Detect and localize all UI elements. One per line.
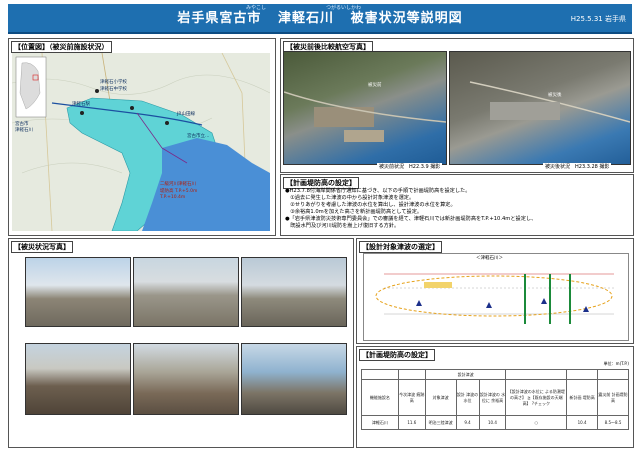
aerial-panel: 【被災前後比較航空写真】 被災前 被災前状況 H22.3.9 撮影 被災後 被災… <box>280 38 634 173</box>
location-heading: 【位置図】（被災前施設状況） <box>11 41 112 53</box>
plan-line: ②せりあがりを考慮した津波の水位を算出し、設計津波の水位を算定。 <box>285 202 456 208</box>
date-text: H25.5.31 <box>570 15 603 23</box>
damage-panel: 【被災状況写真】 <box>8 238 354 448</box>
table-cell: 10.4 <box>566 415 599 430</box>
after-caption: 被災後状況 H23.3.28 撮影 <box>543 163 612 170</box>
org-text: 岩手県 <box>605 15 626 23</box>
table-cell: 9.4 <box>455 415 480 430</box>
title-prefix: 岩手県宮古市 <box>177 11 262 26</box>
damage-photo-4 <box>25 343 131 415</box>
damage-heading: 【被災状況写真】 <box>11 241 73 253</box>
before-tag: 被災前 <box>368 83 382 88</box>
plan-line: ●H23.7.8付海岸関係省庁通知に基づき、以下の手順で計画堤防高を設定した。 <box>285 188 471 194</box>
tsunami-panel: 【設計対象津波の選定】 ＜津軽石川＞ <box>356 238 634 344</box>
levee-table: 設計津波 機能施設名 今次津波 痕跡高 対象津波 設計 津波の 水位 設計津波の… <box>361 369 629 430</box>
table-header-cell: 震災前 計画堤防高 <box>597 379 629 416</box>
map-label-railway: JR山田線 <box>177 112 195 117</box>
table-cell <box>397 369 426 380</box>
unit-label: 単位：m(T.P.) <box>603 361 629 366</box>
map-svg <box>12 53 270 231</box>
table-header-cell: 設計津波の 水位に 余裕高 <box>478 379 507 416</box>
table-cell <box>566 369 599 380</box>
table-header-cell: 【設計津波の水位に よる防潮堤の高さ】 ≧【既存施設の天端高】 ?チェック <box>505 379 568 416</box>
table-cell: 津軽石川 <box>361 415 399 430</box>
table-header-cell: 機能施設名 <box>361 379 399 416</box>
table-header-cell: 今次津波 痕跡高 <box>397 379 426 416</box>
aerial-after-svg <box>469 81 630 123</box>
title-ruby-1: みやこし <box>246 5 267 11</box>
table-header-cell: 設計 津波の 水位 <box>455 379 480 416</box>
before-caption: 被災前状況 H22.3.9 撮影 <box>377 163 443 170</box>
damage-photo-3 <box>241 257 347 327</box>
chart-caption: ＜津軽石川＞ <box>476 256 503 261</box>
table-cell <box>361 369 399 380</box>
levee-panel: 【計画堤防高の設定】 単位：m(T.P.) 設計津波 機能施設名 今次津波 痕跡… <box>356 346 634 448</box>
map-label-station: 津軽石駅 <box>72 102 90 107</box>
table-header-top: 設計津波 <box>361 369 629 380</box>
location-panel: 【位置図】（被災前施設状況） 宮古市 津軽石川 津軽石小学校 津軽石中学校 津軽… <box>8 38 276 236</box>
table-cell <box>505 369 568 380</box>
damage-photo-1 <box>25 257 131 327</box>
plan-line: ①過去に発生した津波の中から設計対象津波を選定。 <box>285 195 415 201</box>
tsunami-heading: 【設計対象津波の選定】 <box>359 241 442 253</box>
table-header-cell: 対象津波 <box>424 379 457 416</box>
title-date: H25.5.31 岩手県 <box>571 14 626 24</box>
aerial-before-photo: 被災前 <box>283 51 447 165</box>
table-cell: 10.4 <box>478 415 507 430</box>
tsunami-chart-svg <box>375 273 614 324</box>
table-cell: 11.6 <box>397 415 426 430</box>
tsunami-chart: ＜津軽石川＞ <box>363 253 629 341</box>
aerial-after-photo: 被災後 <box>449 51 631 165</box>
table-cell: 設計津波 <box>424 369 507 380</box>
table-cell: ○ <box>505 415 568 430</box>
map-label-school-1: 津軽石小学校 <box>100 80 127 85</box>
damage-photo-5 <box>133 343 239 415</box>
levee-heading: 【計画堤防高の設定】 <box>359 349 435 361</box>
aerial-before-svg <box>284 91 446 142</box>
map-label-levee: 堤防高 T.P.+5.0m <box>160 189 198 194</box>
plan-line: ●「岩手県津波防災技術専門委員会」での審議を経て、津軽石川では新計画堤防高をT.… <box>285 216 537 222</box>
plan-line: 既設水門及び河川堤防を嵩上げ復旧する方針。 <box>285 223 400 229</box>
after-tag: 被災後 <box>548 93 562 98</box>
title-place: 津軽石川 <box>277 11 334 26</box>
title-suffix: 被害状況等説明図 <box>350 11 463 26</box>
plan-text: ●H23.7.8付海岸関係省庁通知に基づき、以下の手順で計画堤防高を設定した。 … <box>285 188 536 230</box>
plan-panel: 【計画堤防高の設定】 ●H23.7.8付海岸関係省庁通知に基づき、以下の手順で計… <box>280 174 634 236</box>
table-cell: 8.5〜8.5 <box>597 415 629 430</box>
table-row: 津軽石川 11.6 明治三陸津波 9.4 10.4 ○ 10.4 8.5〜8.5 <box>361 415 629 430</box>
location-map: 宮古市 津軽石川 津軽石小学校 津軽石中学校 津軽石駅 JR山田線 宮古市立… … <box>12 53 270 231</box>
page-title: 岩手県宮古市 津軽石川 被害状況等説明図 <box>8 7 632 26</box>
table-cell <box>597 369 629 380</box>
plan-line: ③余裕高1.0mを加えた高さを新計画堤防高として設定。 <box>285 209 423 215</box>
table-header-cell: 新計画 堤防高 <box>566 379 599 416</box>
inset-label-2: 津軽石川 <box>15 128 33 133</box>
title-bar: 岩手県宮古市 津軽石川 被害状況等説明図 みやこし つがるいしかわ H25.5.… <box>8 4 632 34</box>
table-cell: 明治三陸津波 <box>424 415 457 430</box>
table-header: 機能施設名 今次津波 痕跡高 対象津波 設計 津波の 水位 設計津波の 水位に … <box>361 379 629 416</box>
title-ruby-2: つがるいしかわ <box>326 5 362 11</box>
damage-photo-6 <box>241 343 347 415</box>
map-label-plan: T.P.+10.4m <box>160 195 186 200</box>
map-label-city: 宮古市立… <box>187 134 210 139</box>
map-label-school-2: 津軽石中学校 <box>100 87 127 92</box>
map-label-river: 二級河川津軽石川 <box>160 182 196 187</box>
damage-photo-2 <box>133 257 239 327</box>
